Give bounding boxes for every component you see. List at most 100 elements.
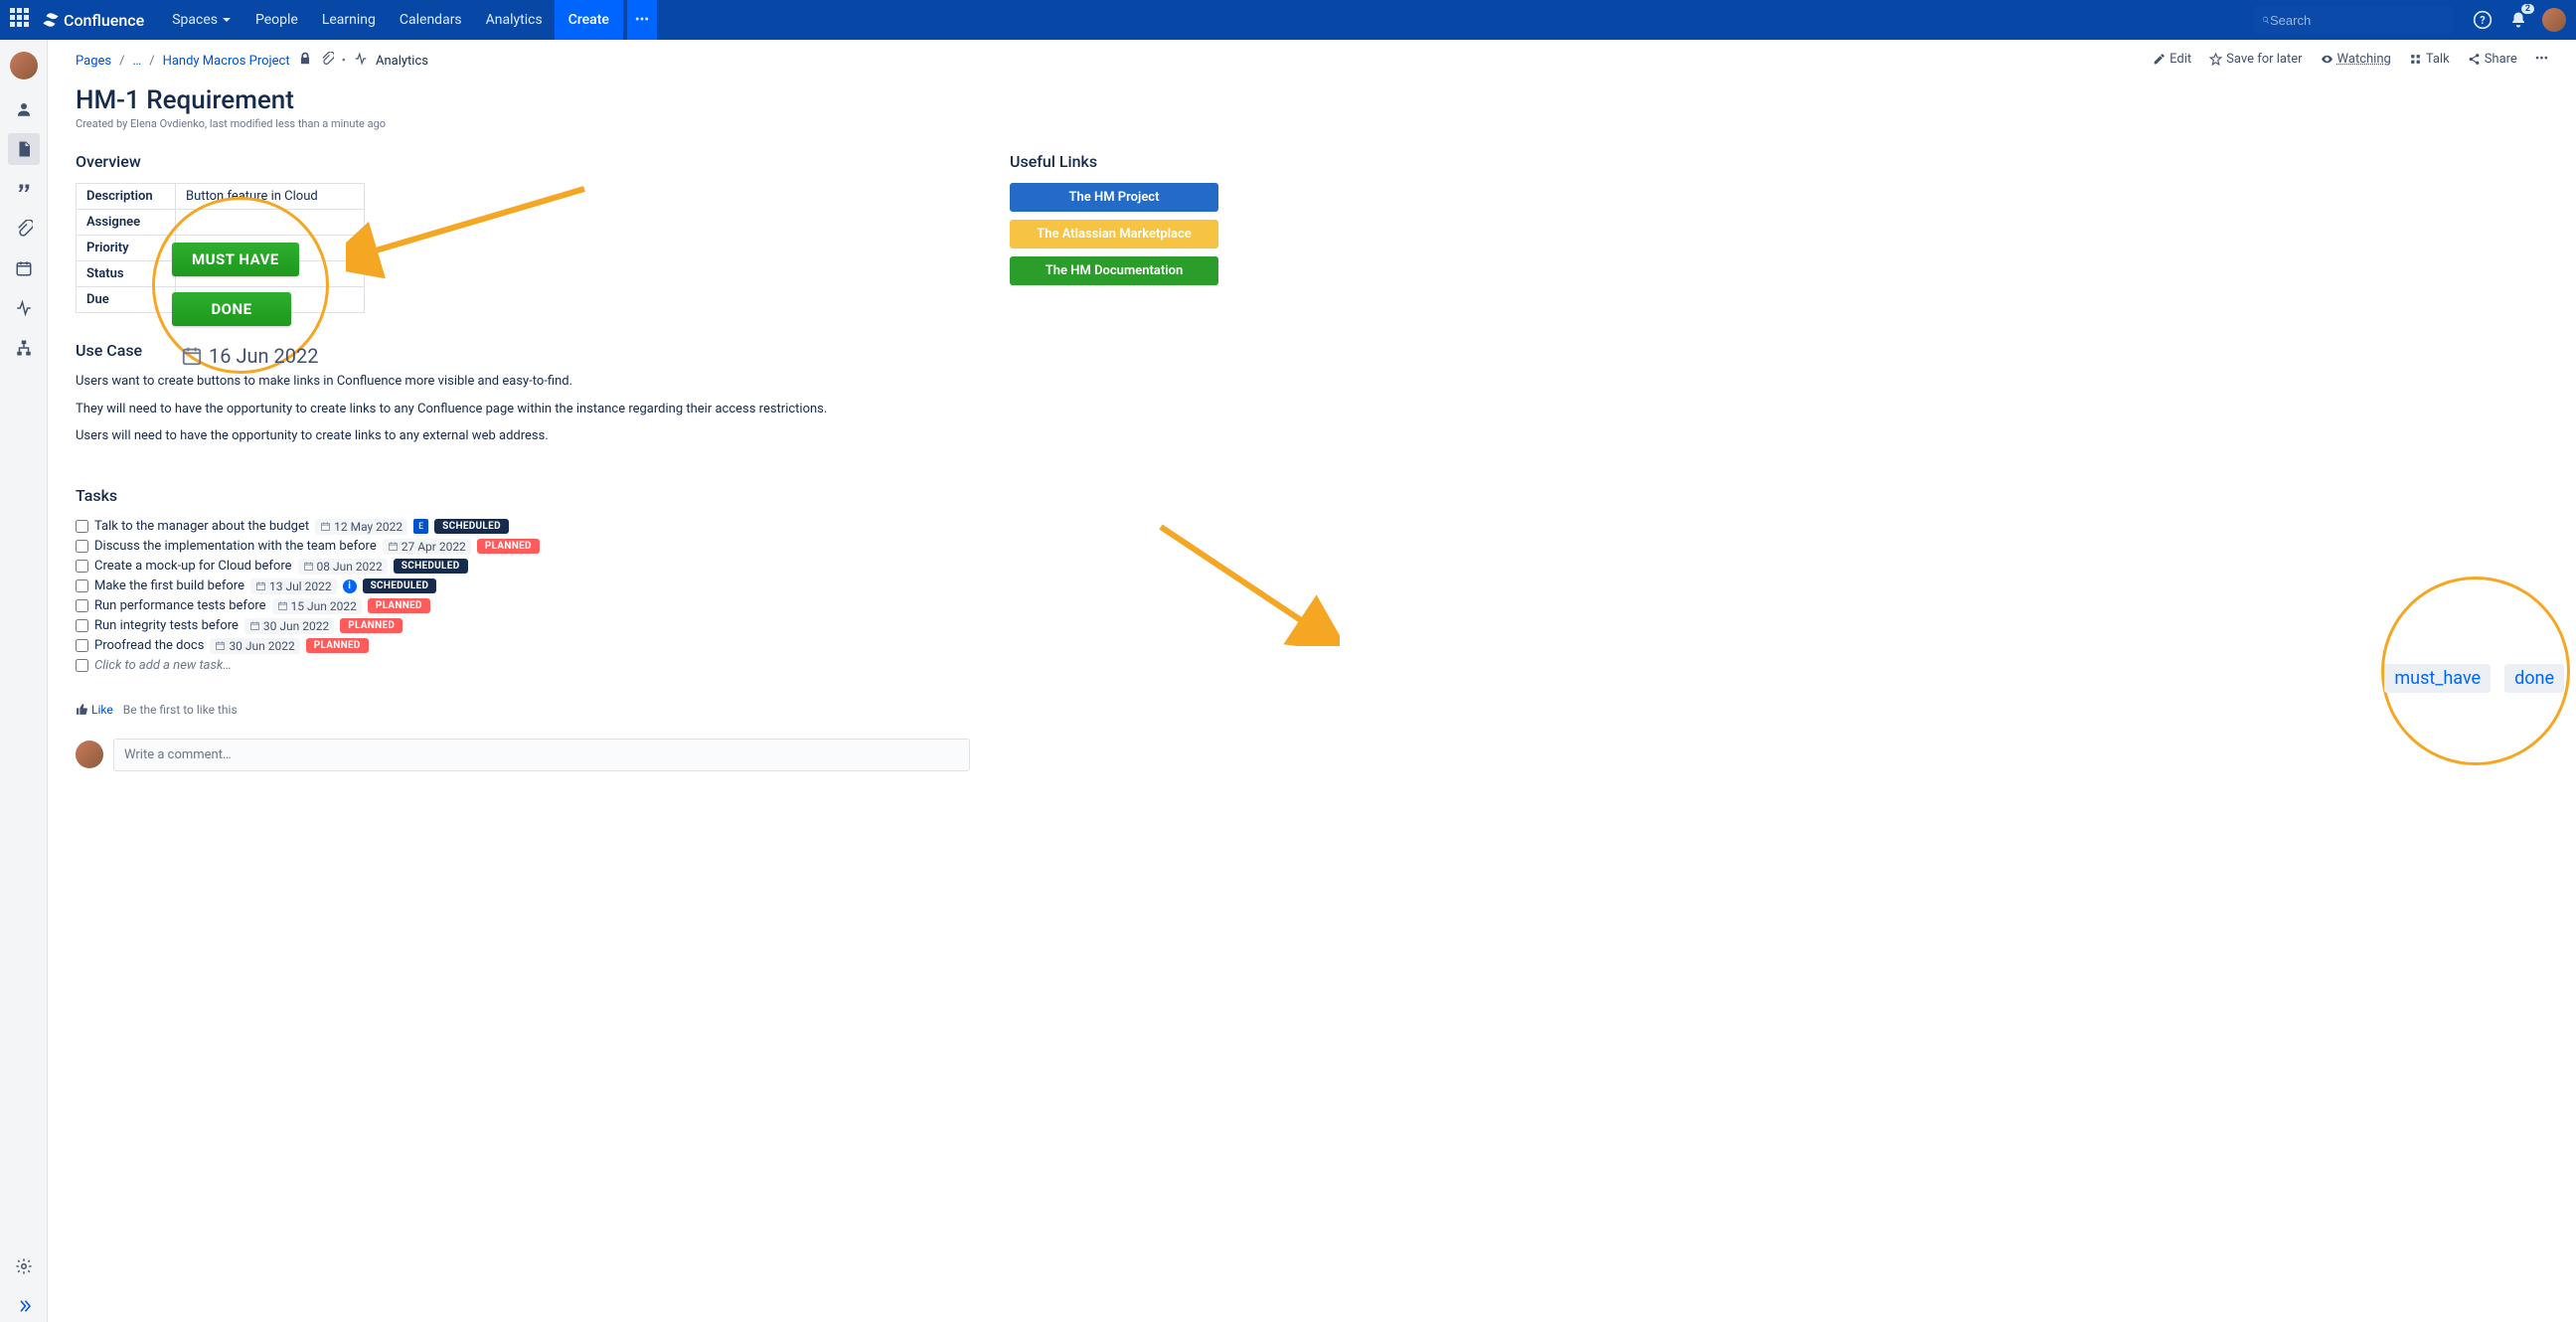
task-text: Talk to the manager about the budget — [94, 519, 309, 534]
more-actions-button[interactable]: ••• — [2535, 52, 2548, 67]
task-status-badge: SCHEDULED — [363, 578, 437, 593]
useful-links-heading: Useful Links — [1010, 152, 1218, 171]
useful-link-button[interactable]: The HM Documentation — [1010, 256, 1218, 285]
comment-avatar — [76, 741, 103, 768]
task-add-text: Click to add a new task… — [94, 658, 232, 673]
tasks-heading: Tasks — [76, 486, 970, 505]
task-item: Run integrity tests before 30 Jun 2022 PL… — [76, 616, 970, 636]
overlay-must-have-badge: MUST HAVE — [172, 243, 299, 276]
edit-button[interactable]: Edit — [2153, 52, 2191, 67]
task-date: 08 Jun 2022 — [298, 559, 388, 575]
info-icon: i — [343, 579, 357, 593]
task-text: Run performance tests before — [94, 598, 266, 613]
task-date: 15 Jun 2022 — [272, 598, 362, 614]
task-checkbox[interactable] — [76, 659, 88, 672]
svg-text:?: ? — [2480, 14, 2485, 27]
app-switcher-icon[interactable] — [10, 8, 34, 32]
usecase-p2: They will need to have the opportunity t… — [76, 400, 970, 419]
rail-pages-icon[interactable] — [8, 133, 40, 165]
usecase-p1: Users want to create buttons to make lin… — [76, 372, 970, 392]
task-date: 12 May 2022 — [315, 519, 407, 535]
chevron-down-icon — [222, 15, 232, 25]
task-item: Make the first build before 13 Jul 2022i… — [76, 577, 970, 596]
nav-people[interactable]: People — [243, 0, 310, 40]
rail-settings-icon[interactable] — [8, 1250, 40, 1282]
nav-calendars[interactable]: Calendars — [388, 0, 474, 40]
like-button[interactable]: Like — [76, 703, 113, 717]
task-date: 27 Apr 2022 — [383, 539, 471, 555]
task-date: 30 Jun 2022 — [244, 618, 334, 634]
share-button[interactable]: Share — [2468, 52, 2517, 67]
task-status-badge: PLANNED — [306, 638, 369, 653]
task-checkbox[interactable] — [76, 520, 88, 533]
overlay-date: 16 Jun 2022 — [181, 344, 318, 368]
analytics-bc-icon — [354, 52, 368, 70]
rail-quote-icon[interactable] — [8, 173, 40, 205]
task-checkbox[interactable] — [76, 619, 88, 632]
create-button[interactable]: Create — [555, 0, 623, 40]
task-date: 13 Jul 2022 — [250, 578, 337, 594]
left-rail — [0, 40, 48, 1322]
task-add-item[interactable]: Click to add a new task… — [76, 656, 970, 675]
top-nav: Confluence Spaces People Learning Calend… — [0, 0, 2576, 40]
save-for-later-button[interactable]: Save for later — [2209, 52, 2302, 67]
search-input[interactable] — [2270, 13, 2445, 28]
useful-links: The HM Project The Atlassian Marketplace T… — [1010, 183, 1218, 285]
search-box[interactable] — [2254, 6, 2453, 34]
nav-analytics[interactable]: Analytics — [474, 0, 555, 40]
task-status-badge: PLANNED — [340, 618, 402, 633]
task-list: Talk to the manager about the budget 12 … — [76, 517, 970, 675]
watching-button[interactable]: Watching — [2321, 52, 2391, 67]
useful-link-button[interactable]: The Atlassian Marketplace — [1010, 220, 1218, 248]
notification-badge: 2 — [2521, 4, 2534, 14]
main-content: Pages / … / Handy Macros Project • Analy… — [48, 40, 2576, 1322]
tag-must-have[interactable]: must_have — [2384, 664, 2491, 693]
like-first-text: Be the first to like this — [123, 703, 238, 717]
breadcrumb-pages[interactable]: Pages — [76, 54, 111, 69]
task-text: Proofread the docs — [94, 638, 204, 653]
overview-heading: Overview — [76, 152, 970, 171]
notifications-icon[interactable]: 2 — [2504, 6, 2532, 34]
help-icon[interactable]: ? — [2469, 6, 2496, 34]
useful-link-button[interactable]: The HM Project — [1010, 183, 1218, 212]
task-status-badge: PLANNED — [477, 539, 540, 554]
talk-button[interactable]: Talk — [2409, 52, 2450, 67]
task-text: Run integrity tests before — [94, 618, 239, 633]
task-checkbox[interactable] — [76, 579, 88, 592]
task-text: Create a mock-up for Cloud before — [94, 559, 292, 574]
rail-people-icon[interactable] — [8, 93, 40, 125]
task-item: Create a mock-up for Cloud before 08 Jun… — [76, 557, 970, 577]
rail-activity-icon[interactable] — [8, 292, 40, 324]
task-text: Discuss the implementation with the team… — [94, 539, 377, 554]
comment-box: Write a comment… — [76, 739, 970, 771]
task-checkbox[interactable] — [76, 639, 88, 652]
task-checkbox[interactable] — [76, 560, 88, 573]
breadcrumb: Pages / … / Handy Macros Project • Analy… — [76, 52, 428, 70]
task-checkbox[interactable] — [76, 599, 88, 612]
tag-done[interactable]: done — [2504, 664, 2564, 693]
attachment-count-icon[interactable] — [320, 52, 334, 70]
nav-spaces[interactable]: Spaces — [160, 0, 243, 40]
rail-calendar-icon[interactable] — [8, 252, 40, 284]
page-meta: Created by Elena Ovdienko, last modified… — [76, 117, 2548, 130]
breadcrumb-dots[interactable]: … — [132, 54, 141, 69]
task-item: Talk to the manager about the budget 12 … — [76, 517, 970, 537]
rail-expand-icon[interactable] — [8, 1290, 40, 1322]
user-avatar[interactable] — [2542, 8, 2566, 32]
page-actions: Edit Save for later Watching Talk Share … — [2153, 52, 2548, 67]
overlay-done-badge: DONE — [172, 292, 291, 326]
rail-hierarchy-icon[interactable] — [8, 332, 40, 364]
restrictions-icon[interactable] — [298, 52, 312, 70]
nav-learning[interactable]: Learning — [310, 0, 388, 40]
rail-attachment-icon[interactable] — [8, 213, 40, 245]
comment-input[interactable]: Write a comment… — [113, 739, 970, 771]
tags-overlay: must_have done — [2384, 664, 2564, 693]
page-title: HM-1 Requirement — [76, 85, 2548, 115]
task-status-badge: SCHEDULED — [434, 519, 509, 534]
confluence-logo[interactable]: Confluence — [42, 11, 144, 30]
task-checkbox[interactable] — [76, 540, 88, 553]
nav-more-button[interactable]: ••• — [627, 0, 657, 40]
breadcrumb-project[interactable]: Handy Macros Project — [163, 54, 290, 69]
space-avatar[interactable] — [10, 52, 38, 80]
breadcrumb-analytics[interactable]: Analytics — [376, 54, 428, 69]
